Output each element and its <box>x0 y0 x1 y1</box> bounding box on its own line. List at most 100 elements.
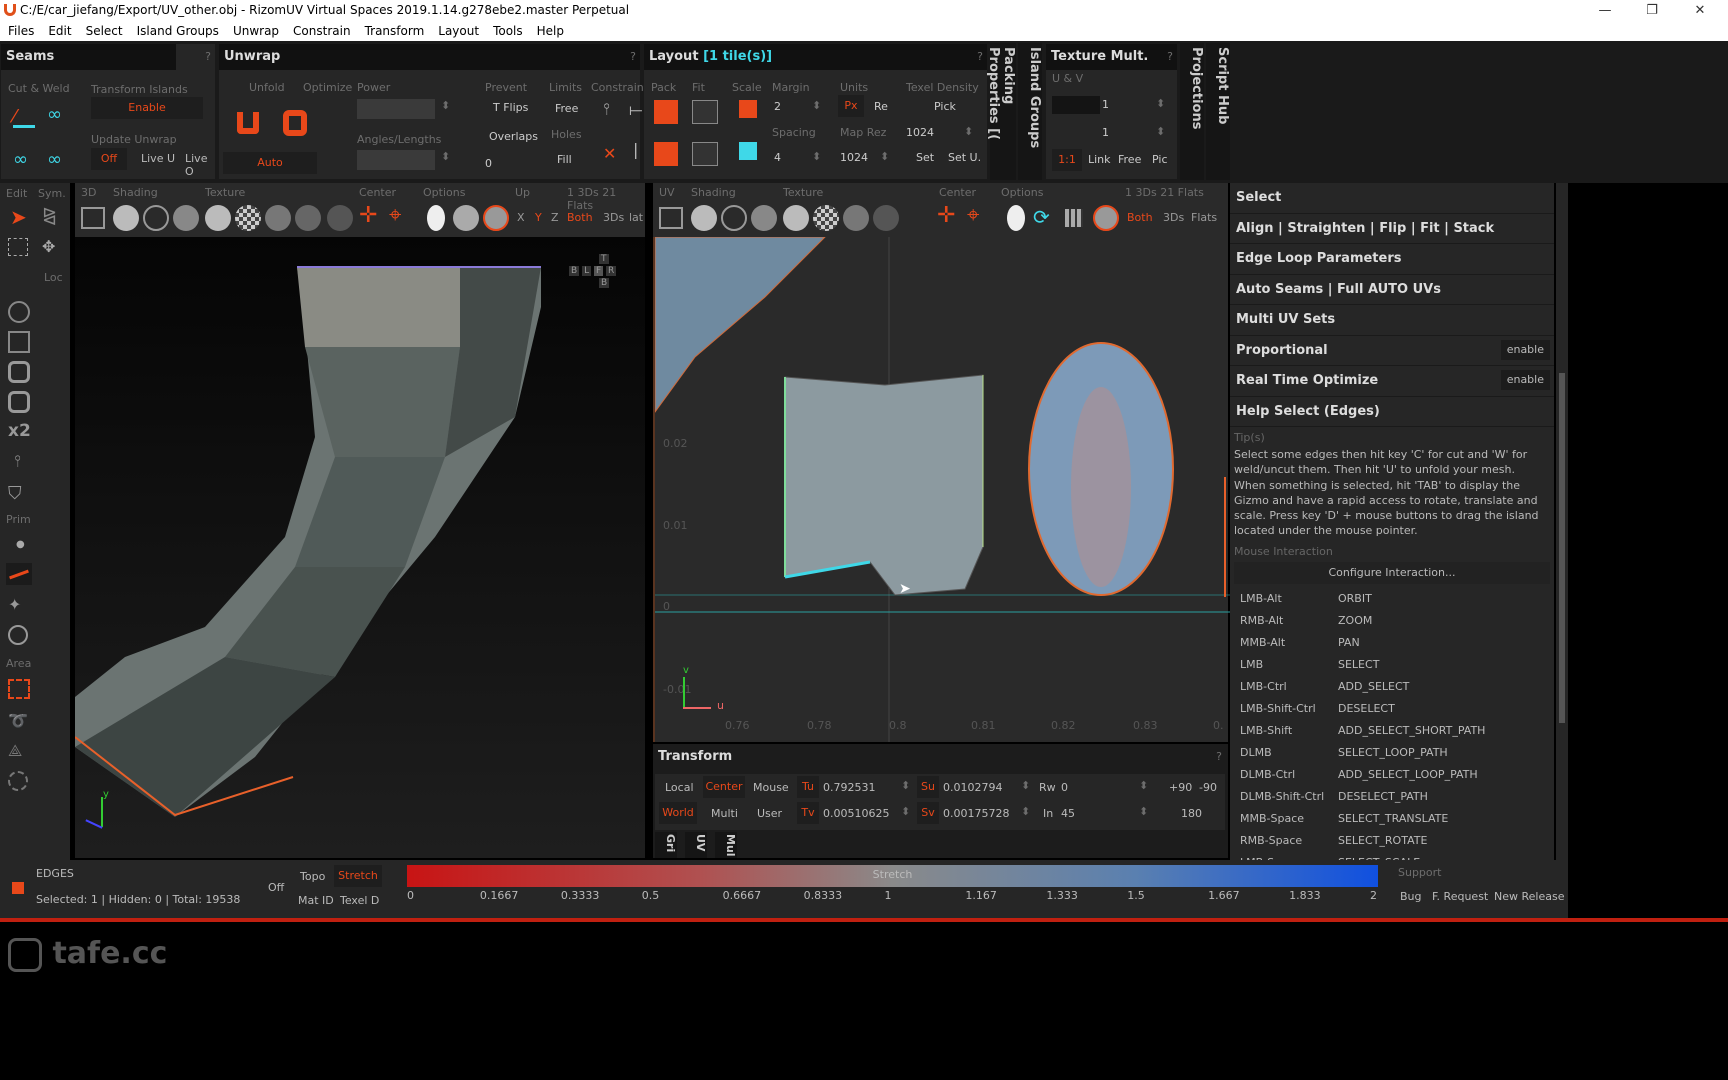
move-icon[interactable]: ✥ <box>42 237 55 256</box>
face-mode-icon[interactable]: ✦ <box>8 595 21 614</box>
center-button[interactable]: Center <box>703 776 745 798</box>
sv-stepper-icon[interactable]: ⬍ <box>1021 805 1030 818</box>
rotate-180-button[interactable]: 180 <box>1181 807 1202 820</box>
uv-grid-icon[interactable] <box>1065 209 1083 227</box>
rw-input[interactable]: 0 <box>1061 781 1068 794</box>
menu-constrain[interactable]: Constrain <box>293 21 351 41</box>
uv-flats-button[interactable]: Flats <box>1191 211 1217 224</box>
set-button[interactable]: Set <box>916 151 934 164</box>
stretch-button[interactable]: Stretch <box>334 865 382 887</box>
menu-island-groups[interactable]: Island Groups <box>137 21 219 41</box>
uv-rotate-lock-icon[interactable]: ⟳ <box>1033 205 1050 229</box>
close-button[interactable]: ✕ <box>1680 0 1720 21</box>
feature-request-button[interactable]: F. Request <box>1432 890 1488 903</box>
tu-input[interactable]: 0.792531 <box>823 781 876 794</box>
overlaps-button[interactable]: Overlaps <box>489 130 538 143</box>
packing-properties-tab[interactable]: Packing Properties [( <box>986 43 1016 180</box>
live-u-button[interactable]: Live U <box>141 152 175 165</box>
minimize-button[interactable]: — <box>1585 0 1625 21</box>
optimize-icon[interactable] <box>283 110 307 136</box>
matcap-icon[interactable] <box>295 205 321 231</box>
menu-select[interactable]: Select <box>86 21 123 41</box>
mat-id-button[interactable]: Mat ID <box>298 894 334 907</box>
map-rez-stepper-icon[interactable]: ⬍ <box>880 150 889 163</box>
menu-files[interactable]: Files <box>8 21 34 41</box>
tv-stepper-icon[interactable]: ⬍ <box>901 805 910 818</box>
view-right[interactable]: R <box>606 266 617 276</box>
wireframe-icon[interactable] <box>143 205 169 231</box>
menu-help[interactable]: Help <box>537 21 564 41</box>
help-select-section[interactable]: Help Select (Edges) <box>1230 396 1554 427</box>
texel-d-button[interactable]: Texel D <box>340 894 379 907</box>
mouse-button[interactable]: Mouse <box>753 781 789 794</box>
power-stepper-icon[interactable]: ⬍ <box>441 99 450 112</box>
horizontal-constraint-icon[interactable]: ⟝ <box>629 100 642 120</box>
power-slider[interactable] <box>357 99 435 119</box>
margin-stepper-icon[interactable]: ⬍ <box>812 99 821 112</box>
pin-tool-icon[interactable]: ⫯ <box>14 451 21 471</box>
v-mult-input[interactable]: 1 <box>1102 126 1109 139</box>
proportional-section[interactable]: Proportional enable <box>1230 335 1554 366</box>
bulb-icon[interactable] <box>427 205 445 231</box>
sv-input[interactable]: 0.00175728 <box>943 807 1009 820</box>
island-select-icon[interactable] <box>8 361 30 383</box>
right-panel-scrollbar[interactable] <box>1556 183 1568 860</box>
auto-button[interactable]: Auto <box>223 152 317 174</box>
pack-icon[interactable] <box>654 100 678 124</box>
both-button[interactable]: Both <box>567 211 593 224</box>
fill-button[interactable]: Fill <box>557 153 572 166</box>
ratio-button[interactable]: 1:1 <box>1052 149 1082 171</box>
uv-checker-icon[interactable] <box>813 205 839 231</box>
select-section[interactable]: Select <box>1230 183 1554 214</box>
re-button[interactable]: Re <box>874 100 888 113</box>
checker-icon[interactable] <box>235 205 261 231</box>
set-u-button[interactable]: Set U. <box>948 151 981 164</box>
tu-stepper-icon[interactable]: ⬍ <box>901 779 910 792</box>
seams-help[interactable]: ? <box>205 50 211 63</box>
up-x-button[interactable]: X <box>517 211 525 224</box>
polygon-lasso-icon[interactable]: ⟁ <box>8 741 22 761</box>
weld-loop-icon[interactable]: ∞ <box>47 149 62 170</box>
v-stepper-icon[interactable]: ⬍ <box>1156 125 1165 138</box>
background-icon[interactable] <box>483 205 509 231</box>
free-button[interactable]: Free <box>555 102 578 115</box>
layout-help[interactable]: ? <box>977 50 983 63</box>
shaded-icon[interactable] <box>113 205 139 231</box>
uv-center-selection-icon[interactable]: ⌖ <box>967 203 979 228</box>
cap-icon[interactable] <box>453 205 479 231</box>
link-button[interactable]: Link <box>1088 153 1111 166</box>
u-stepper-icon[interactable]: ⬍ <box>1156 97 1165 110</box>
view-cube[interactable]: T B L F R B <box>569 253 629 289</box>
menu-transform[interactable]: Transform <box>365 21 425 41</box>
shell-select-icon[interactable] <box>8 391 30 413</box>
live-o-button[interactable]: Live O <box>185 152 215 178</box>
spacing-input[interactable]: 4 <box>774 151 781 164</box>
script-hub-tab[interactable]: Script Hub <box>1206 43 1230 180</box>
menu-tools[interactable]: Tools <box>493 21 523 41</box>
box-select-icon[interactable] <box>8 238 28 256</box>
new-release-button[interactable]: New Release <box>1494 890 1564 903</box>
multi-button[interactable]: Multi <box>711 807 738 820</box>
projections-tab[interactable]: Projections <box>1180 43 1204 180</box>
light-icon[interactable] <box>327 205 353 231</box>
texture-mult-help[interactable]: ? <box>1167 50 1173 63</box>
uv-wireframe-icon[interactable] <box>721 205 747 231</box>
shaded-wire-icon[interactable] <box>173 205 199 231</box>
view-top[interactable]: T <box>599 254 609 264</box>
texture-map-icon[interactable] <box>265 205 291 231</box>
scale-p-icon[interactable] <box>739 142 757 160</box>
rotate-minus90-button[interactable]: -90 <box>1199 781 1217 794</box>
enable-button[interactable]: Enable <box>91 97 203 119</box>
edge-mode-button[interactable] <box>6 563 32 585</box>
island-groups-tab[interactable]: Island Groups <box>1018 43 1042 180</box>
angles-lengths-slider[interactable] <box>357 150 435 170</box>
uv-center-pivot-icon[interactable]: ✛ <box>937 203 955 228</box>
rect-area-icon[interactable] <box>8 679 30 699</box>
align-section[interactable]: Align | Straighten | Flip | Fit | Stack <box>1230 213 1554 244</box>
proportional-enable-button[interactable]: enable <box>1500 339 1550 360</box>
local-button[interactable]: Local <box>665 781 694 794</box>
margin-input[interactable]: 2 <box>774 100 781 113</box>
rotate-plus90-button[interactable]: +90 <box>1169 781 1192 794</box>
uv-3ds-button[interactable]: 3Ds <box>1163 211 1184 224</box>
uv-light-icon[interactable] <box>873 205 899 231</box>
